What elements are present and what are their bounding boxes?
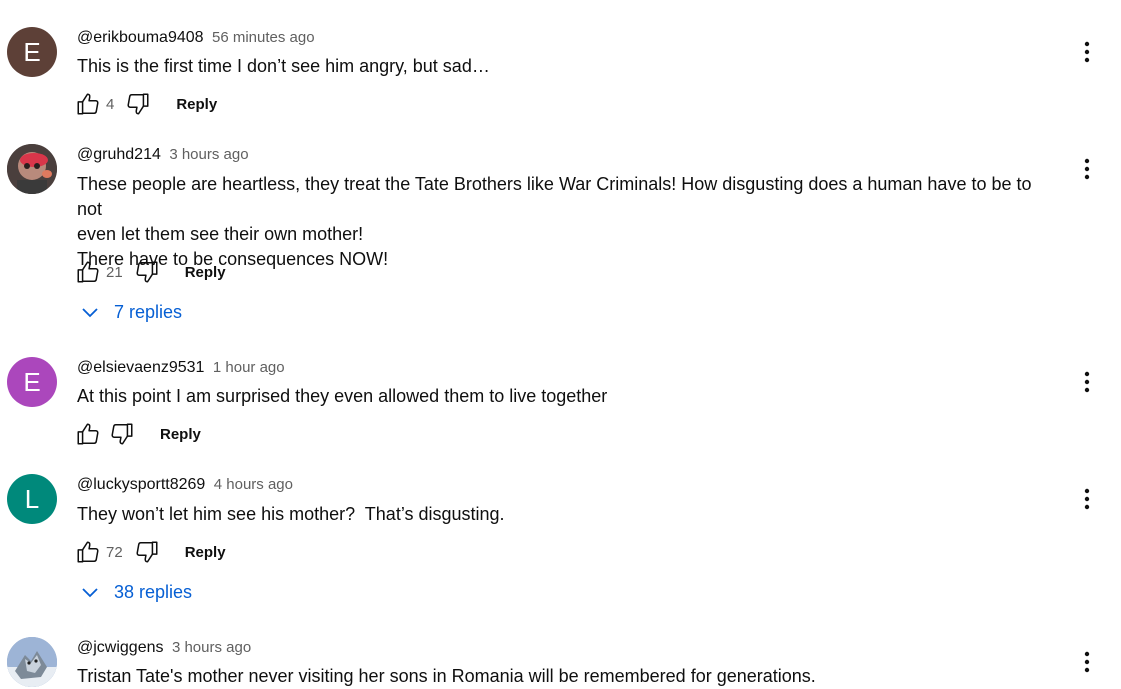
avatar-letter: E xyxy=(23,366,41,397)
like-count: 21 xyxy=(106,263,123,281)
dislike-button[interactable] xyxy=(124,90,152,118)
comment-text: This is the first time I don’t see him a… xyxy=(77,54,1057,79)
chevron-down-icon xyxy=(80,306,100,320)
like-button[interactable] xyxy=(74,538,102,566)
thumbs-down-icon xyxy=(127,93,149,115)
comment-actions: 4 Reply xyxy=(74,89,217,119)
thumbs-down-icon xyxy=(111,423,133,445)
chevron-down-icon xyxy=(80,586,100,600)
avatar[interactable]: E xyxy=(7,357,57,407)
comment-text-line: Tristan Tate's mother never visiting her… xyxy=(77,666,816,686)
more-vertical-icon xyxy=(1084,41,1090,63)
reply-button[interactable]: Reply xyxy=(176,96,217,113)
avatar[interactable] xyxy=(7,637,57,687)
reply-button[interactable]: Reply xyxy=(185,544,226,561)
reply-button[interactable]: Reply xyxy=(160,426,201,443)
avatar[interactable]: E xyxy=(7,27,57,77)
comment-header: @elsievaenz9531 1 hour ago xyxy=(77,359,285,377)
comment-text-line: This is the first time I don’t see him a… xyxy=(77,56,490,76)
more-vertical-icon xyxy=(1084,371,1090,393)
like-button[interactable] xyxy=(74,258,102,286)
thumbs-down-icon xyxy=(136,541,158,563)
action-menu-button[interactable] xyxy=(1074,649,1100,675)
more-vertical-icon xyxy=(1084,158,1090,180)
thumbs-up-icon xyxy=(77,261,99,283)
comment-timestamp[interactable]: 56 minutes ago xyxy=(212,29,315,46)
view-replies-button[interactable]: 7 replies xyxy=(80,302,182,323)
comment-timestamp[interactable]: 4 hours ago xyxy=(214,476,293,493)
comment-text-line: These people are heartless, they treat t… xyxy=(77,174,1037,219)
comment-text: At this point I am surprised they even a… xyxy=(77,384,1057,409)
action-menu-button[interactable] xyxy=(1074,156,1100,182)
avatar-letter: L xyxy=(24,483,40,514)
avatar[interactable]: L xyxy=(7,474,57,524)
comment-author[interactable]: @erikbouma9408 xyxy=(77,29,204,46)
more-vertical-icon xyxy=(1084,488,1090,510)
comment-header: @luckysportt8269 4 hours ago xyxy=(77,476,293,494)
comment-timestamp[interactable]: 1 hour ago xyxy=(213,359,285,376)
thumbs-up-icon xyxy=(77,541,99,563)
comment-text: Tristan Tate's mother never visiting her… xyxy=(77,664,1057,689)
like-button[interactable] xyxy=(74,90,102,118)
dislike-button[interactable] xyxy=(133,538,161,566)
comment-author[interactable]: @elsievaenz9531 xyxy=(77,359,204,376)
comment-author[interactable]: @jcwiggens xyxy=(77,639,164,656)
like-count: 72 xyxy=(106,543,123,561)
avatar-letter: E xyxy=(23,36,41,67)
comment-author[interactable]: @luckysportt8269 xyxy=(77,476,205,493)
like-button[interactable] xyxy=(74,420,102,448)
action-menu-button[interactable] xyxy=(1074,39,1100,65)
avatar[interactable] xyxy=(7,144,57,194)
avatar-image xyxy=(7,144,57,194)
comment-header: @gruhd214 3 hours ago xyxy=(77,146,249,164)
thumbs-up-icon xyxy=(77,93,99,115)
thumbs-down-icon xyxy=(136,261,158,283)
comment-timestamp[interactable]: 3 hours ago xyxy=(169,146,248,163)
dislike-button[interactable] xyxy=(108,420,136,448)
comment-text: They won’t let him see his mother? That’… xyxy=(77,502,1057,527)
like-count: 4 xyxy=(106,95,115,113)
comment-author[interactable]: @gruhd214 xyxy=(77,146,161,163)
replies-count-label: 7 replies xyxy=(114,302,183,322)
comment-text-line: They won’t let him see his mother? That’… xyxy=(77,504,505,524)
avatar-image xyxy=(7,637,57,687)
dislike-button[interactable] xyxy=(133,258,161,286)
comment-text-line: even let them see their own mother! xyxy=(77,224,364,244)
comment-timestamp[interactable]: 3 hours ago xyxy=(172,639,251,656)
reply-button[interactable]: Reply xyxy=(185,264,226,281)
comment-actions: 21 Reply xyxy=(74,257,226,287)
replies-count-label: 38 replies xyxy=(114,582,193,602)
more-vertical-icon xyxy=(1084,651,1090,673)
comment-header: @jcwiggens 3 hours ago xyxy=(77,639,251,657)
action-menu-button[interactable] xyxy=(1074,486,1100,512)
comment-text-line: At this point I am surprised they even a… xyxy=(77,386,608,406)
action-menu-button[interactable] xyxy=(1074,369,1100,395)
view-replies-button[interactable]: 38 replies xyxy=(80,582,192,603)
thumbs-up-icon xyxy=(77,423,99,445)
comment-header: @erikbouma9408 56 minutes ago xyxy=(77,29,315,47)
comment-actions: 72 Reply xyxy=(74,537,226,567)
comment-actions: Reply xyxy=(74,419,201,449)
